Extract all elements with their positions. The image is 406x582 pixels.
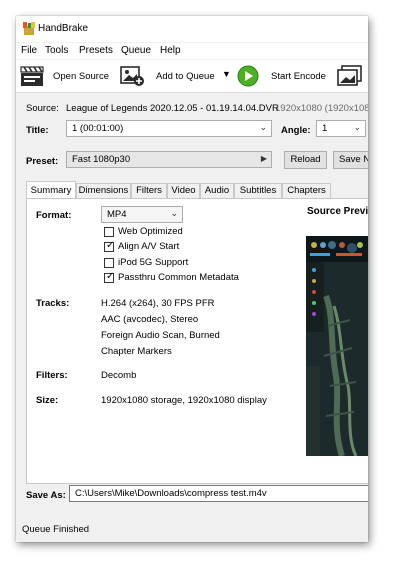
source-preview-image[interactable] [306,236,368,456]
menu-file[interactable]: File [21,45,37,56]
title-label: Title: [26,125,49,136]
play-icon[interactable] [237,65,259,87]
add-to-queue-button[interactable]: Add to Queue [156,71,215,82]
filters-value: Decomb [101,370,137,381]
source-name: League of Legends 2020.12.05 - 01.19.14.… [66,103,279,114]
angle-select-value: 1 [322,123,328,134]
chevron-down-icon: ⌄ [259,122,267,132]
tab-subtitles[interactable]: Subtitles [234,183,282,198]
checkmark-icon: ✓ [106,240,115,251]
format-select-value: MP4 [107,209,127,220]
format-label: Format: [36,210,72,221]
preset-select[interactable]: Fast 1080p30 ▶ [66,151,272,168]
menu-queue[interactable]: Queue [121,45,151,56]
open-source-button[interactable]: Open Source [53,71,109,82]
window-title: HandBrake [38,23,89,34]
save-as-label: Save As: [26,490,66,501]
source-resolution: 1920x1080 (1920x1080), [275,103,368,114]
tab-summary[interactable]: Summary [26,181,76,198]
title-select[interactable]: 1 (00:01:00) ⌄ [66,120,272,137]
handbrake-app-icon [23,22,35,35]
ipod-5g-support-label: iPod 5G Support [118,257,189,268]
track-item: H.264 (x264), 30 FPS PFR [101,298,215,309]
save-preset-button[interactable]: Save N [333,151,368,169]
start-encode-button[interactable]: Start Encode [271,71,326,82]
preview-frame-graphic [306,236,368,456]
format-select[interactable]: MP4 ⌄ [101,206,183,223]
handbrake-window: HandBrake File Tools Presets Queue Help … [16,16,368,542]
track-item: Foreign Audio Scan, Burned [101,330,220,341]
tab-dimensions[interactable]: Dimensions [76,183,131,198]
toolbar: Open Source Add to Queue ▼ Start Encode [16,60,368,93]
title-select-value: 1 (00:01:00) [72,123,124,134]
chevron-down-icon: ⌄ [353,122,361,132]
tracks-label: Tracks: [36,298,70,309]
angle-select[interactable]: 1 ⌄ [316,120,366,137]
preset-select-value: Fast 1080p30 [72,154,131,165]
size-value: 1920x1080 storage, 1920x1080 display [101,395,267,406]
tab-filters[interactable]: Filters [131,183,167,198]
web-optimized-checkbox[interactable] [104,227,114,237]
align-av-start-label: Align A/V Start [118,241,180,252]
filters-label: Filters: [36,370,68,381]
passthru-metadata-label: Passthru Common Metadata [118,272,239,283]
tab-video[interactable]: Video [167,183,200,198]
menu-presets[interactable]: Presets [79,45,113,56]
track-item: Chapter Markers [101,346,172,357]
source-preview-label: Source Previe [307,206,368,217]
tab-audio[interactable]: Audio [200,183,234,198]
preview-icon[interactable] [337,65,363,87]
clapperboard-icon[interactable] [20,65,44,87]
angle-label: Angle: [281,125,311,136]
save-as-input[interactable]: C:\Users\Mike\Downloads\compress test.m4… [69,485,368,502]
menu-bar: File Tools Presets Queue Help [16,43,368,59]
title-bar: HandBrake [16,16,368,42]
menu-help[interactable]: Help [160,45,181,56]
source-label: Source: [26,103,59,114]
ipod-5g-support-checkbox[interactable] [104,258,114,268]
track-item: AAC (avcodec), Stereo [101,314,199,325]
status-text: Queue Finished [22,524,90,535]
chevron-right-icon: ▶ [260,154,267,163]
passthru-metadata-checkbox[interactable]: ✓ [104,271,115,283]
save-as-path: C:\Users\Mike\Downloads\compress test.m4… [75,488,267,499]
add-to-queue-dropdown-icon[interactable]: ▼ [222,69,231,79]
preset-label: Preset: [26,156,59,167]
checkmark-icon: ✓ [106,271,115,282]
reload-button[interactable]: Reload [284,151,327,169]
menu-tools[interactable]: Tools [45,45,68,56]
web-optimized-label: Web Optimized [118,226,183,237]
chevron-down-icon: ⌄ [170,208,178,218]
size-label: Size: [36,395,59,406]
tab-chapters[interactable]: Chapters [282,183,331,198]
add-to-queue-icon[interactable] [120,65,146,87]
align-av-start-checkbox[interactable]: ✓ [104,240,115,252]
